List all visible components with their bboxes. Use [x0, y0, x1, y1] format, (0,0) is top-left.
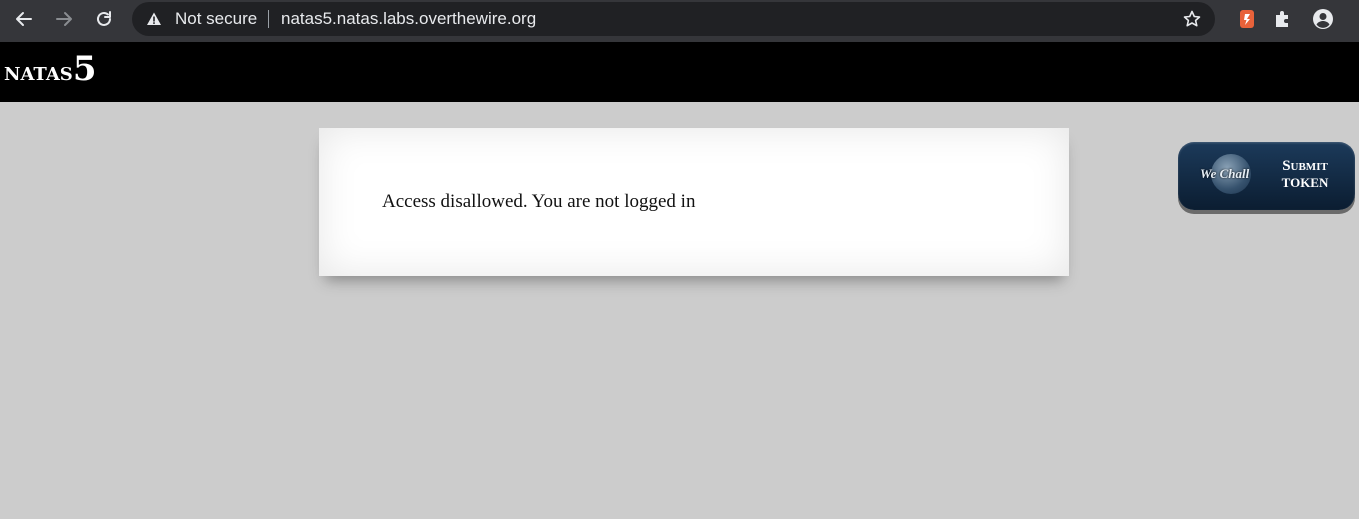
content-panel: Access disallowed. You are not logged in	[319, 128, 1069, 276]
arrow-right-icon	[56, 12, 72, 26]
account-circle-icon[interactable]	[1312, 8, 1334, 30]
site-title-text: natas	[4, 57, 73, 87]
warning-triangle-icon[interactable]	[146, 11, 162, 27]
submit-label: Submit	[1282, 158, 1328, 174]
forward-button[interactable]	[52, 7, 76, 31]
submit-token-button[interactable]: We Chall Submit TOKEN	[1178, 142, 1355, 210]
arrow-left-icon	[16, 12, 32, 26]
url-text[interactable]: natas5.natas.labs.overthewire.org	[281, 9, 536, 29]
security-label[interactable]: Not secure	[175, 9, 257, 29]
site-header: natas5	[0, 42, 1359, 102]
site-title-number: 5	[72, 49, 97, 89]
reload-button[interactable]	[92, 7, 116, 31]
browser-toolbar: Not secure natas5.natas.labs.overthewire…	[0, 0, 1359, 42]
reload-icon	[97, 11, 111, 26]
address-bar[interactable]: Not secure natas5.natas.labs.overthewire…	[132, 2, 1215, 36]
star-icon[interactable]	[1182, 9, 1202, 29]
site-title: natas5	[4, 49, 96, 92]
wechall-logo-text: We Chall	[1200, 166, 1250, 181]
puzzle-icon[interactable]	[1272, 8, 1294, 30]
access-message: Access disallowed. You are not logged in	[382, 191, 696, 212]
back-button[interactable]	[12, 7, 36, 31]
brave-extension-icon[interactable]	[1236, 8, 1258, 30]
url-divider	[268, 10, 269, 28]
token-label: TOKEN	[1281, 175, 1329, 190]
